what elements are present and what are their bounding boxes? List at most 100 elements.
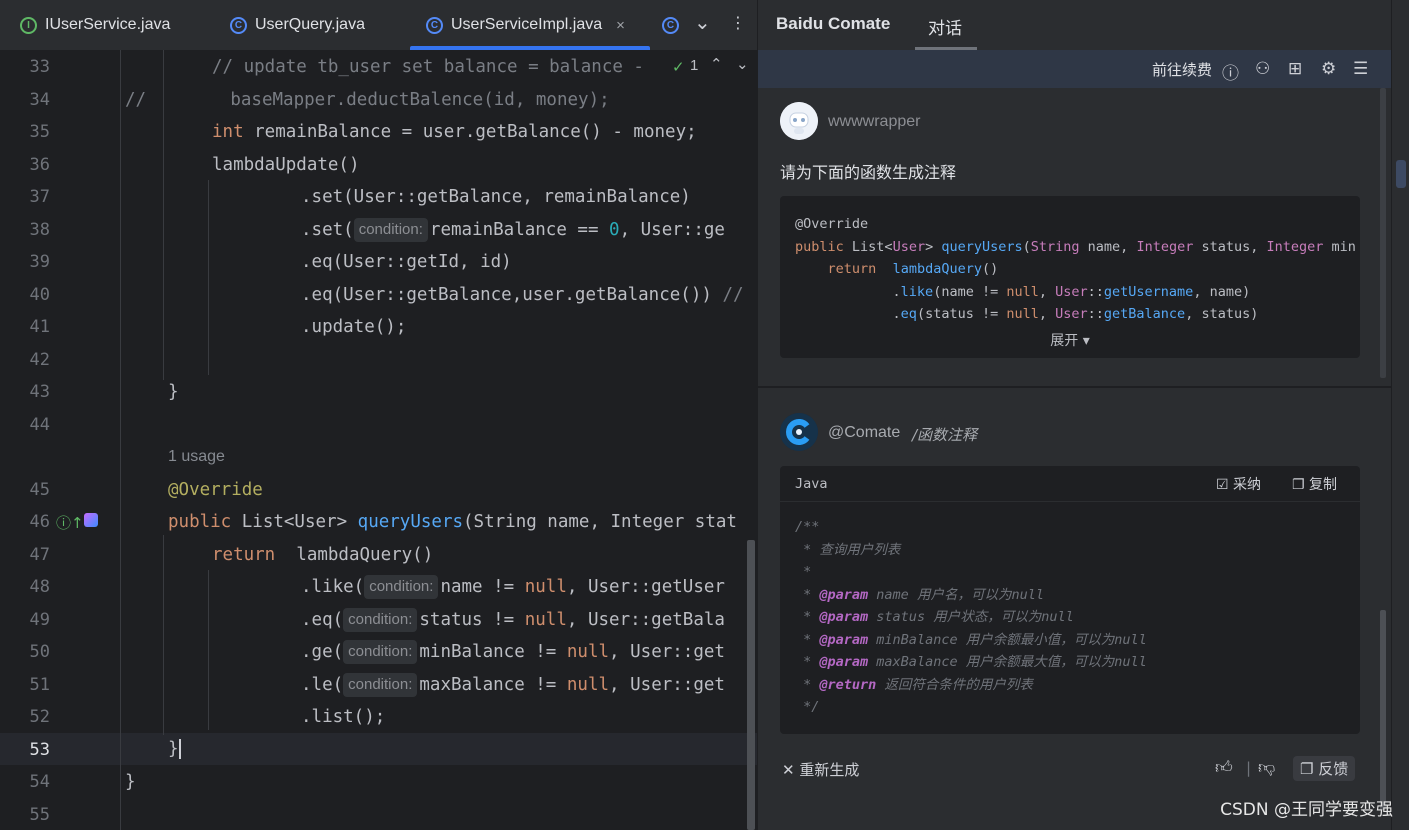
code-language: Java — [795, 476, 828, 492]
renew-link[interactable]: 前往续费 — [1152, 59, 1212, 80]
editor-tab-bar: I IUserService.java C UserQuery.java C U… — [0, 0, 757, 51]
code-line-34[interactable]: // baseMapper.deductBalence(id, money); — [125, 84, 610, 116]
accept-button[interactable]: ☑ 采纳 — [1216, 474, 1261, 494]
text-caret — [178, 739, 181, 759]
code-line-49[interactable]: .eq(condition: status != null, User::getB… — [301, 604, 725, 636]
quoted-code-block: @Override public List<User> queryUsers(S… — [780, 196, 1360, 358]
feedback-button[interactable]: ❐ 反馈 — [1293, 756, 1356, 781]
indent-guide — [120, 50, 121, 830]
line-number: 39 — [29, 252, 50, 272]
generated-doc-comment: /** * 查询用户列表 * * @param name 用户名，可以为null… — [795, 519, 1147, 715]
indent-guide — [208, 570, 209, 730]
code-line-41[interactable]: .update(); — [301, 311, 406, 343]
generated-code-block: Java ☑ 采纳 ❐ 复制 /** * 查询用户列表 * * @param n… — [780, 466, 1360, 734]
code-line-33[interactable]: // update tb_user set balance = balance … — [212, 51, 644, 83]
tab-userquery[interactable]: C UserQuery.java — [230, 0, 365, 50]
action-separator: | — [1246, 759, 1252, 777]
code-line-40[interactable]: .eq(User::getBalance,user.getBalance()) … — [301, 279, 744, 311]
code-line-50[interactable]: .ge(condition: minBalance != null, User::… — [301, 636, 725, 668]
close-icon[interactable]: × — [616, 17, 625, 34]
code-line-35[interactable]: int remainBalance = user.getBalance() - … — [212, 116, 697, 148]
chevron-down-icon[interactable]: ⌄ — [694, 10, 711, 34]
parameter-hint: condition: — [343, 640, 418, 664]
panel-toolbar: 前往续费 ⓘ ⚇ ⊞ ⚙ ☰ — [758, 50, 1392, 88]
inspection-count: 1 — [690, 57, 699, 74]
copy-icon: ❐ — [1292, 477, 1310, 493]
tab-chat[interactable]: 对话 — [928, 14, 962, 39]
chevron-up-icon[interactable]: ⌃ — [710, 55, 723, 73]
magic-wand-icon: ✕ — [782, 761, 800, 779]
code-line-53[interactable]: } — [168, 733, 181, 765]
line-number: 36 — [29, 155, 50, 175]
line-number: 46 — [29, 512, 50, 532]
code-line-52[interactable]: .list(); — [301, 701, 385, 733]
parameter-hint: condition: — [343, 673, 418, 697]
inspection-ok-icon[interactable]: ✓ — [672, 58, 685, 76]
code-line-38[interactable]: .set(condition: remainBalance == 0, User:… — [301, 214, 725, 246]
panel-scrollbar-thumb[interactable] — [1380, 610, 1386, 810]
line-number: 43 — [29, 382, 50, 402]
line-number: 52 — [29, 707, 50, 727]
feedback-icon: ❐ — [1300, 760, 1319, 778]
code-line-47[interactable]: return lambdaQuery() — [212, 539, 433, 571]
line-number: 50 — [29, 642, 50, 662]
parameter-hint: condition: — [364, 575, 439, 599]
tab-userserviceimpl[interactable]: C UserServiceImpl.java × — [410, 0, 650, 50]
line-number: 44 — [29, 415, 50, 435]
line-number: 35 — [29, 122, 50, 142]
code-editor[interactable]: I IUserService.java C UserQuery.java C U… — [0, 0, 757, 830]
menu-list-icon[interactable]: ☰ — [1353, 59, 1368, 79]
code-line-51[interactable]: .le(condition: maxBalance != null, User::… — [301, 669, 725, 701]
message-divider — [758, 386, 1392, 388]
code-line-37[interactable]: .set(User::getBalance, remainBalance) — [301, 181, 691, 213]
line-number: 38 — [29, 220, 50, 240]
code-line-43[interactable]: } — [168, 376, 179, 408]
watermark: CSDN @王同学要变强 — [1220, 800, 1393, 820]
plugins-icon[interactable]: ⊞ — [1288, 59, 1302, 79]
gear-icon[interactable]: ⚙ — [1321, 59, 1336, 79]
user-prompt: 请为下面的函数生成注释 — [780, 163, 957, 182]
line-number: 49 — [29, 610, 50, 630]
line-number: 41 — [29, 317, 50, 337]
line-number: 45 — [29, 480, 50, 500]
editor-scrollbar[interactable] — [747, 540, 755, 830]
chevron-down-icon[interactable]: ⌄ — [736, 55, 749, 73]
copy-button[interactable]: ❐ 复制 — [1292, 474, 1337, 494]
panel-header: Baidu Comate 对话 — [758, 0, 1392, 50]
code-line-39[interactable]: .eq(User::getId, id) — [301, 246, 512, 278]
line-number: 47 — [29, 545, 50, 565]
thumbs-up-icon[interactable]: 👍︎ — [1215, 757, 1233, 778]
line-number: 34 — [29, 90, 50, 110]
tab-baidu-comate[interactable]: Baidu Comate — [776, 14, 890, 34]
more-options-icon[interactable]: ⋮ — [730, 13, 746, 32]
comate-avatar — [780, 413, 818, 451]
usage-hint[interactable]: 1 usage — [168, 448, 225, 466]
indent-guide — [208, 180, 209, 375]
code-line-46[interactable]: public List<User> queryUsers(String name… — [168, 506, 737, 538]
code-line-48[interactable]: .like(condition: name != null, User::getU… — [301, 571, 725, 603]
panel-scrollbar[interactable] — [1380, 88, 1386, 378]
tab-overflow[interactable]: C — [662, 0, 687, 50]
help-icon[interactable]: ⓘ — [1222, 59, 1239, 84]
line-number: 55 — [29, 805, 50, 825]
implements-method-icon[interactable]: ⓘ↑ — [56, 512, 84, 533]
comate-tool-icon[interactable] — [1396, 160, 1406, 188]
tab-iuserservice[interactable]: I IUserService.java — [20, 0, 170, 50]
comate-gutter-icon[interactable] — [84, 513, 98, 527]
user-message: wwwwrapper 请为下面的函数生成注释 @Override public … — [760, 88, 1378, 384]
checkbox-icon: ☑ — [1216, 477, 1234, 493]
bot-message: @Comate /函数注释 Java ☑ 采纳 ❐ 复制 /** * 查询用户列… — [760, 389, 1378, 809]
line-number: 42 — [29, 350, 50, 370]
current-line-highlight — [0, 733, 757, 765]
interface-icon: I — [20, 16, 37, 34]
command-tag: /函数注释 — [912, 426, 978, 444]
code-line-36[interactable]: lambdaUpdate() — [212, 149, 360, 181]
thumbs-down-icon[interactable]: 👎︎ — [1258, 757, 1275, 778]
expand-button[interactable]: 展开 ▾ — [780, 330, 1360, 350]
line-number: 33 — [29, 57, 50, 77]
code-line-54[interactable]: } — [125, 766, 136, 798]
code-line-45[interactable]: @Override — [168, 474, 263, 506]
regenerate-button[interactable]: ✕ 重新生成 — [782, 759, 859, 780]
user-chat-icon[interactable]: ⚇ — [1255, 59, 1270, 79]
line-number-current: 53 — [29, 740, 50, 760]
